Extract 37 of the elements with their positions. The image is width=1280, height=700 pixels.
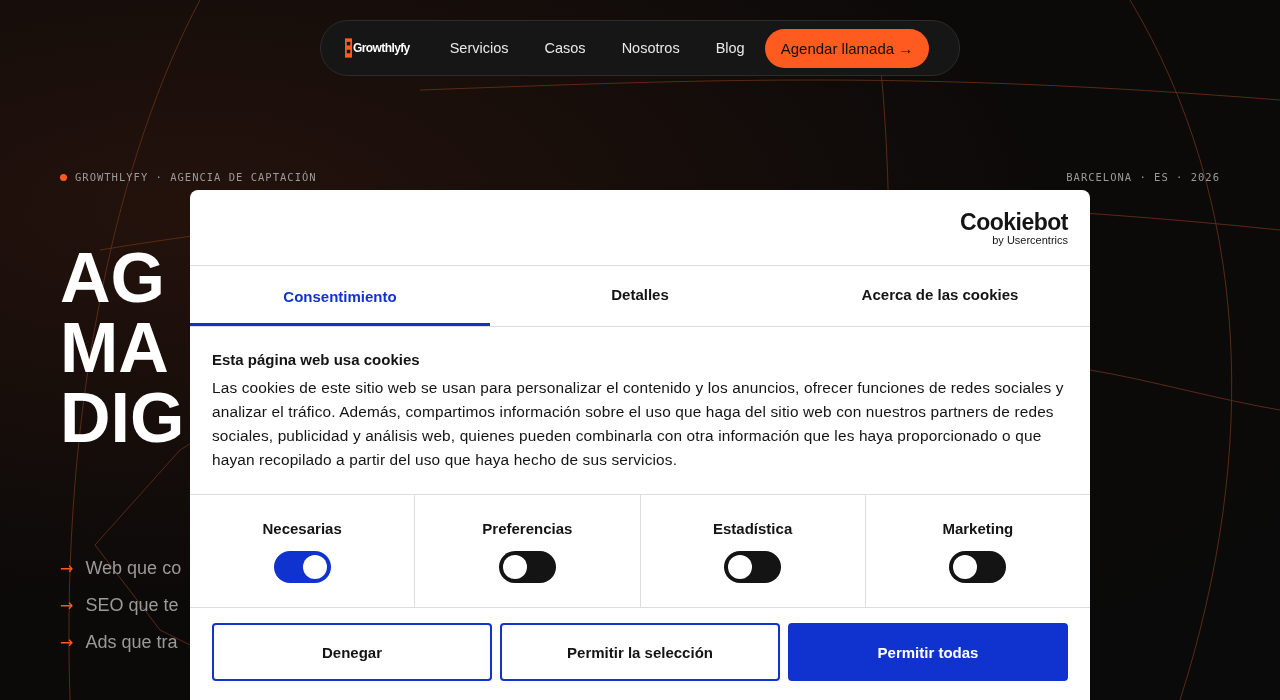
consent-button[interactable]: Permitir todas <box>788 623 1068 681</box>
toggle-switch[interactable] <box>498 551 556 583</box>
consent-button[interactable]: Denegar <box>212 623 492 681</box>
hero-title-line: MA <box>60 313 169 383</box>
eyebrow-text: BARCELONA · ES · 2026 <box>1066 171 1220 183</box>
consent-button[interactable]: Permitir la selección <box>500 623 780 681</box>
dialog-body-text: Las cookies de este sitio web se usan para personalizar el contenido y los anuncios, ofrecer funciones de redes sociales y analizar el tráfico. Además, compartimos información sobre el uso que haga del sitio web con nuestros partners de redes sociales, publicidad y análisis web, quienes pueden combinarla con otra información que les haya proporcionado o que hayan recopilado a partir del uso que haya hecho de sus servicios. <box>212 378 1065 470</box>
category-label: Necesarias <box>262 520 342 537</box>
hero-title-line: AG <box>60 243 165 313</box>
arrow-icon: → <box>60 596 74 615</box>
category-label: Estadística <box>713 520 793 537</box>
logo-text[interactable]: Growthlyfy <box>353 41 410 55</box>
arrow-icon: → <box>60 633 74 652</box>
bullet-text: Ads que tra <box>85 632 178 653</box>
brand-subtitle: by Usercentrics <box>992 233 1068 246</box>
nav-link[interactable]: Casos <box>544 40 586 56</box>
bullet-text: Web que co <box>85 558 182 579</box>
toggle-switch[interactable] <box>724 551 782 583</box>
book-call-button[interactable]: Agendar llamada → <box>764 28 930 68</box>
nav-link[interactable]: Nosotros <box>621 40 680 56</box>
brand-logo-text: Cookiebot <box>960 209 1068 234</box>
dialog-heading: Esta página web usa cookies <box>212 351 421 368</box>
arrow-icon: → <box>60 559 74 578</box>
eyebrow-text: GROWTHLYFY · AGENCIA DE CAPTACIÓN <box>75 171 317 183</box>
dialog-tab[interactable]: Detalles <box>490 266 790 326</box>
status-dot <box>60 173 67 181</box>
dialog-tab[interactable]: Acerca de las cookies <box>790 266 1090 326</box>
dialog-tab[interactable]: Consentimiento <box>190 266 490 326</box>
logo-icon <box>345 37 352 59</box>
toggle-switch[interactable] <box>949 551 1007 583</box>
category-label: Preferencias <box>482 520 573 537</box>
toggle-switch[interactable] <box>273 551 331 583</box>
nav-link[interactable]: Servicios <box>449 40 509 56</box>
nav-link[interactable]: Blog <box>715 40 745 56</box>
category-label: Marketing <box>942 520 1014 537</box>
hero-title-line: DIG <box>60 383 185 453</box>
bullet-text: SEO que te <box>85 595 179 616</box>
